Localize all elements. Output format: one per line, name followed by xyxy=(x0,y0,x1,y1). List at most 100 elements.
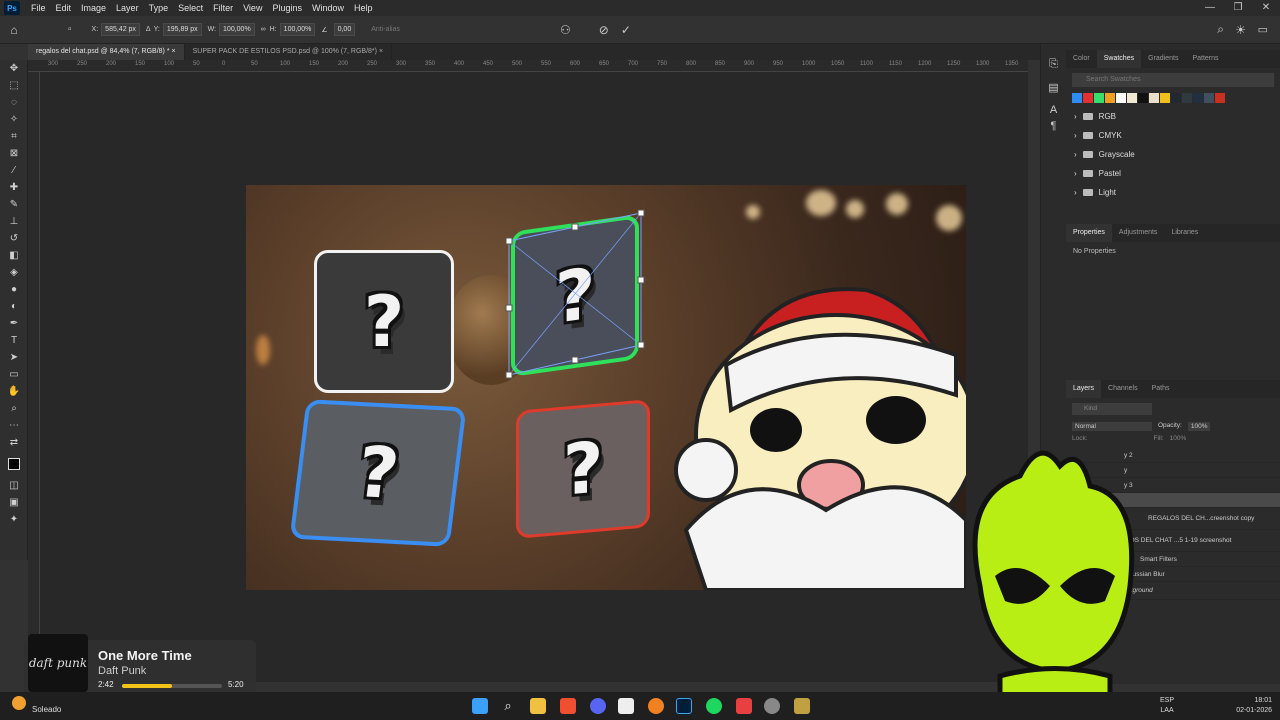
hand-tool-icon[interactable]: ✋ xyxy=(0,383,28,400)
color-swatch[interactable] xyxy=(1127,93,1137,103)
gift-card-blue[interactable]: ? xyxy=(289,399,467,547)
menu-select[interactable]: Select xyxy=(173,3,208,13)
menu-plugins[interactable]: Plugins xyxy=(267,3,307,13)
crop-tool-icon[interactable]: ⌗ xyxy=(0,128,28,145)
notion-icon[interactable] xyxy=(618,698,634,714)
blur-tool-icon[interactable]: ● xyxy=(0,281,28,298)
folder-grayscale[interactable]: › Grayscale xyxy=(1066,145,1280,164)
angle-field[interactable]: 0,00 xyxy=(333,23,356,36)
character-icon[interactable]: A xyxy=(1041,104,1066,116)
more-tools-icon[interactable]: ⋯ xyxy=(0,417,28,434)
zoom-tool-icon[interactable]: ⌕ xyxy=(0,400,28,417)
language-indicator[interactable]: ESP LAA xyxy=(1160,696,1174,716)
clock[interactable]: 18:01 02-01-2026 xyxy=(1222,696,1272,716)
tab-super-pack[interactable]: SUPER PACK DE ESTILOS PSD.psd @ 100% (7,… xyxy=(185,44,393,60)
eyedropper-tool-icon[interactable]: ⁄ xyxy=(0,162,28,179)
generative-icon[interactable]: ✦ xyxy=(0,511,28,528)
blend-mode-select[interactable]: Normal xyxy=(1072,422,1152,431)
tab-layers[interactable]: Layers xyxy=(1066,380,1102,398)
menu-help[interactable]: Help xyxy=(349,3,378,13)
progress-bar[interactable] xyxy=(122,684,222,688)
link-icon[interactable]: ∞ xyxy=(261,26,266,33)
tab-close-icon[interactable]: × xyxy=(379,48,383,55)
app-icon[interactable] xyxy=(736,698,752,714)
menu-edit[interactable]: Edit xyxy=(51,3,77,13)
spotify-icon[interactable] xyxy=(706,698,722,714)
color-swatch[interactable] xyxy=(1083,93,1093,103)
obs-icon[interactable] xyxy=(764,698,780,714)
color-swatch[interactable] xyxy=(1105,93,1115,103)
menu-filter[interactable]: Filter xyxy=(208,3,238,13)
type-tool-icon[interactable]: T xyxy=(0,332,28,349)
brightness-icon[interactable]: ☀ xyxy=(1235,23,1246,37)
h-field[interactable]: 100,00% xyxy=(279,23,316,36)
folder-rgb[interactable]: › RGB xyxy=(1066,107,1280,126)
fill-field[interactable]: 100% xyxy=(1170,435,1187,442)
tab-patterns[interactable]: Patterns xyxy=(1185,50,1225,68)
color-swatch[interactable] xyxy=(1215,93,1225,103)
file-explorer-icon[interactable] xyxy=(530,698,546,714)
swatches-search-input[interactable]: Search Swatches xyxy=(1072,73,1274,87)
color-swatch[interactable] xyxy=(1160,93,1170,103)
gift-card-white[interactable]: ? xyxy=(314,250,454,393)
stamp-tool-icon[interactable]: ⊥ xyxy=(0,213,28,230)
brush-tool-icon[interactable]: ✎ xyxy=(0,196,28,213)
tab-regalos-del-chat[interactable]: regalos del chat.psd @ 84,4% (7, RGB/8) … xyxy=(28,44,185,60)
delta-icon[interactable]: Δ xyxy=(146,26,151,33)
lasso-tool-icon[interactable]: ◌ xyxy=(0,94,28,111)
now-playing-widget[interactable]: daft punk One More Time Daft Punk 2:42 5… xyxy=(24,634,256,698)
start-icon[interactable] xyxy=(472,698,488,714)
layer-kind-filter[interactable]: Kind xyxy=(1072,403,1152,415)
color-swatch[interactable] xyxy=(1182,93,1192,103)
tab-paths[interactable]: Paths xyxy=(1145,380,1177,398)
menu-file[interactable]: File xyxy=(26,3,51,13)
color-swatch[interactable] xyxy=(1149,93,1159,103)
tab-channels[interactable]: Channels xyxy=(1101,380,1145,398)
menu-view[interactable]: View xyxy=(238,3,267,13)
discord-icon[interactable] xyxy=(590,698,606,714)
document-canvas[interactable]: ? ? ? ? xyxy=(246,185,966,590)
minimize-button[interactable]: — xyxy=(1196,0,1224,16)
y-field[interactable]: 195,89 px xyxy=(162,23,202,36)
tab-color[interactable]: Color xyxy=(1066,50,1097,68)
path-selection-tool-icon[interactable]: ➤ xyxy=(0,349,28,366)
menu-type[interactable]: Type xyxy=(144,3,174,13)
quick-mask-icon[interactable]: ◫ xyxy=(0,477,28,494)
menu-image[interactable]: Image xyxy=(76,3,111,13)
marquee-tool-icon[interactable]: ⬚ xyxy=(0,77,28,94)
tab-adjustments[interactable]: Adjustments xyxy=(1112,224,1165,242)
screen-mode-icon[interactable]: ▣ xyxy=(0,494,28,511)
color-swatch[interactable] xyxy=(1204,93,1214,103)
menu-window[interactable]: Window xyxy=(307,3,349,13)
workspace-icon[interactable]: ▭ xyxy=(1258,23,1268,36)
color-swatch[interactable] xyxy=(1138,93,1148,103)
color-swatches-icon[interactable] xyxy=(0,451,28,477)
transform-bounding-box[interactable] xyxy=(501,205,651,385)
tab-swatches[interactable]: Swatches xyxy=(1096,50,1142,68)
home-icon[interactable]: ⌂ xyxy=(0,23,28,37)
color-swatch[interactable] xyxy=(1171,93,1181,103)
color-swatch[interactable] xyxy=(1072,93,1082,103)
color-swatch[interactable] xyxy=(1094,93,1104,103)
paragraph-icon[interactable]: ¶ xyxy=(1041,120,1066,132)
w-field[interactable]: 100,00% xyxy=(219,23,255,36)
menu-layer[interactable]: Layer xyxy=(111,3,144,13)
move-tool-icon[interactable]: ✥ xyxy=(0,60,28,77)
reference-point-icon[interactable]: ▫ xyxy=(68,24,72,35)
search-icon[interactable]: ⌕ xyxy=(1217,22,1224,37)
history-icon[interactable]: ⎘ xyxy=(1041,58,1066,71)
dodge-tool-icon[interactable]: ◐ xyxy=(0,298,28,315)
gift-card-red[interactable]: ? xyxy=(516,399,650,539)
maximize-button[interactable]: ❐ xyxy=(1224,0,1252,16)
tab-properties[interactable]: Properties xyxy=(1066,224,1112,242)
brave-browser-icon[interactable] xyxy=(560,698,576,714)
warp-icon[interactable]: ⚇ xyxy=(560,23,571,37)
frame-tool-icon[interactable]: ⊠ xyxy=(0,145,28,162)
commit-transform-icon[interactable]: ✓ xyxy=(621,23,631,37)
paint-bucket-tool-icon[interactable]: ◈ xyxy=(0,264,28,281)
opacity-field[interactable]: 100% xyxy=(1187,422,1211,431)
cancel-transform-icon[interactable]: ⊘ xyxy=(599,23,609,37)
app-icon[interactable] xyxy=(794,698,810,714)
tab-gradients[interactable]: Gradients xyxy=(1141,50,1185,68)
color-swatch[interactable] xyxy=(1116,93,1126,103)
